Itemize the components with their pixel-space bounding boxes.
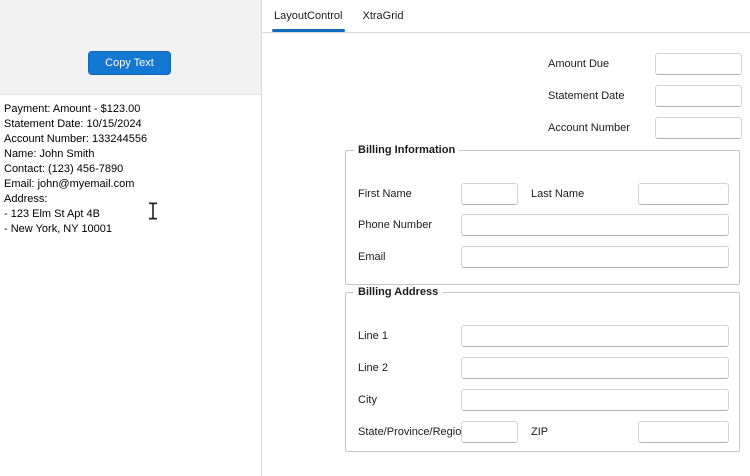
line1-label: Line 1 [358,325,388,347]
tab-xtragrid[interactable]: XtraGrid [361,0,406,32]
text-cursor-icon [147,202,159,220]
account-number-label: Account Number [548,117,630,139]
statement-date-label: Statement Date [548,85,624,107]
statement-date-input[interactable] [655,85,742,107]
line2-label: Line 2 [358,357,388,379]
billing-address-group: Billing Address Line 1 Line 2 City State… [345,292,740,452]
billing-information-group: Billing Information First Name Last Name… [345,150,740,285]
memo-line: Account Number: 133244556 [4,132,257,147]
payment-info-text[interactable]: Payment: Amount - $123.00 Statement Date… [0,95,261,237]
memo-line: Contact: (123) 456-7890 [4,162,257,177]
memo-line: Statement Date: 10/15/2024 [4,117,257,132]
state-province-region-input[interactable] [461,421,518,443]
city-label: City [358,389,377,411]
state-province-region-label: State/Province/Region [358,421,467,443]
memo-line: Address: [4,192,257,207]
memo-line: - 123 Elm St Apt 4B [4,207,257,222]
memo-line: - New York, NY 10001 [4,222,257,237]
zip-label: ZIP [531,421,548,443]
left-panel: Copy Text Payment: Amount - $123.00 Stat… [0,0,262,476]
email-input[interactable] [461,246,729,268]
left-panel-header: Copy Text [0,0,261,95]
tab-layoutcontrol[interactable]: LayoutControl [272,0,345,32]
email-label: Email [358,246,386,268]
tab-bar: LayoutControl XtraGrid [262,0,750,33]
last-name-input[interactable] [638,183,729,205]
billing-information-title: Billing Information [354,143,459,158]
last-name-label: Last Name [531,183,584,205]
zip-input[interactable] [638,421,729,443]
memo-line: Name: John Smith [4,147,257,162]
billing-address-title: Billing Address [354,285,442,300]
memo-line: Email: john@myemail.com [4,177,257,192]
amount-due-label: Amount Due [548,53,609,75]
form-panel: LayoutControl XtraGrid Amount Due Statem… [262,0,750,476]
first-name-label: First Name [358,183,412,205]
phone-number-label: Phone Number [358,214,432,236]
line1-input[interactable] [461,325,729,347]
amount-due-input[interactable] [655,53,742,75]
city-input[interactable] [461,389,729,411]
copy-text-button[interactable]: Copy Text [88,51,171,75]
memo-line: Payment: Amount - $123.00 [4,102,257,117]
line2-input[interactable] [461,357,729,379]
phone-number-input[interactable] [461,214,729,236]
first-name-input[interactable] [461,183,518,205]
account-number-input[interactable] [655,117,742,139]
